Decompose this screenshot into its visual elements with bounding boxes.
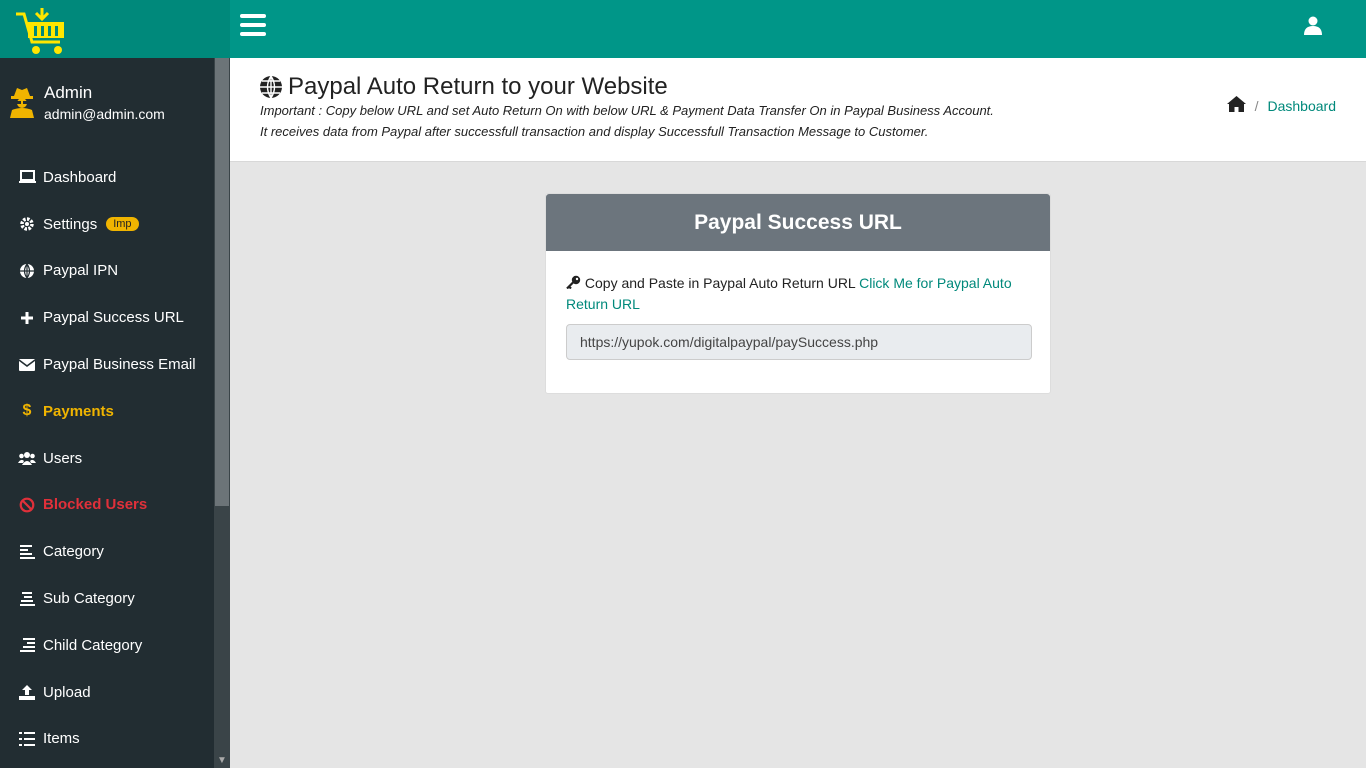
envelope-icon xyxy=(18,356,36,374)
imp-badge: Imp xyxy=(106,217,139,232)
plus-icon xyxy=(18,309,36,327)
page-description-important: Important : Copy below URL and set Auto … xyxy=(260,103,994,118)
sidebar-item-sub-category[interactable]: Sub Category xyxy=(0,575,214,622)
sidebar-item-paypal-success-url[interactable]: Paypal Success URL xyxy=(0,294,214,341)
sidebar-item-users[interactable]: Users xyxy=(0,435,214,482)
sidebar-item-label: Paypal Success URL xyxy=(43,309,184,327)
sidebar-item-upload[interactable]: Upload xyxy=(0,669,214,716)
globe-icon xyxy=(18,262,36,280)
user-email: admin@admin.com xyxy=(44,106,165,122)
upload-icon xyxy=(18,683,36,701)
user-secret-icon xyxy=(10,88,34,118)
sidebar-item-label: Payments xyxy=(43,402,114,420)
sidebar-menu: Dashboard Settings Imp Paypal IPN Paypal… xyxy=(0,154,214,762)
scrollbar-thumb[interactable] xyxy=(215,58,229,506)
sidebar-item-label: Category xyxy=(43,543,104,561)
breadcrumb-dashboard-link[interactable]: Dashboard xyxy=(1268,98,1337,114)
sidebar-item-paypal-ipn[interactable]: Paypal IPN xyxy=(0,248,214,295)
gear-icon xyxy=(18,215,36,233)
list-icon xyxy=(18,730,36,748)
sidebar-item-label: Paypal Business Email xyxy=(43,356,196,374)
sidebar-item-blocked-users[interactable]: Blocked Users xyxy=(0,482,214,529)
key-icon xyxy=(566,275,581,290)
ban-icon xyxy=(18,496,36,514)
user-panel: Admin admin@admin.com xyxy=(0,58,214,148)
sidebar-scrollbar[interactable]: ▼ xyxy=(214,58,230,768)
breadcrumb: / Dashboard xyxy=(1226,96,1337,115)
sidebar-item-dashboard[interactable]: Dashboard xyxy=(0,154,214,201)
instruction-text: Copy and Paste in Paypal Auto Return URL… xyxy=(566,273,1030,315)
align-right-icon xyxy=(18,636,36,654)
sidebar-item-label: Sub Category xyxy=(43,590,135,608)
breadcrumb-separator: / xyxy=(1254,97,1259,114)
topbar xyxy=(230,0,1366,58)
home-icon[interactable] xyxy=(1226,96,1246,115)
globe-icon xyxy=(260,75,282,99)
sidebar-item-settings[interactable]: Settings Imp xyxy=(0,201,214,248)
sidebar-item-label: Upload xyxy=(43,683,91,701)
sidebar-item-label: Blocked Users xyxy=(43,496,148,514)
sidebar-item-category[interactable]: Category xyxy=(0,528,214,575)
page-header: Paypal Auto Return to your Website Impor… xyxy=(230,58,1366,162)
sidebar: Admin admin@admin.com Dashboard Settings… xyxy=(0,0,230,768)
instruction-label: Copy and Paste in Paypal Auto Return URL xyxy=(584,275,856,291)
sidebar-item-label: Users xyxy=(43,449,83,467)
user-name: Admin xyxy=(44,83,93,102)
menu-toggle-icon[interactable] xyxy=(240,14,266,38)
align-center-icon xyxy=(18,590,36,608)
dollar-icon: $ xyxy=(22,402,32,420)
card-body: Copy and Paste in Paypal Auto Return URL… xyxy=(546,251,1050,382)
logo-area[interactable] xyxy=(0,0,230,58)
sidebar-item-items[interactable]: Items xyxy=(0,716,214,763)
users-icon xyxy=(18,449,36,467)
user-icon[interactable] xyxy=(1304,16,1322,40)
sidebar-item-label: Dashboard xyxy=(43,168,117,186)
sidebar-item-label: Items xyxy=(43,730,80,748)
page-description-info: It receives data from Paypal after succe… xyxy=(260,124,929,139)
sidebar-item-payments[interactable]: $ Payments xyxy=(0,388,214,435)
sidebar-item-paypal-business-email[interactable]: Paypal Business Email xyxy=(0,341,214,388)
card-title: Paypal Success URL xyxy=(546,194,1050,251)
scroll-down-arrow-icon[interactable]: ▼ xyxy=(217,755,227,766)
paypal-success-url-card: Paypal Success URL Copy and Paste in Pay… xyxy=(545,193,1051,394)
sidebar-item-label: Child Category xyxy=(43,636,143,654)
cart-logo-icon xyxy=(16,8,64,54)
success-url-field[interactable] xyxy=(566,324,1032,360)
align-left-icon xyxy=(18,543,36,561)
page-title: Paypal Auto Return to your Website xyxy=(288,73,668,100)
sidebar-item-label: Settings xyxy=(43,215,98,233)
sidebar-item-label: Paypal IPN xyxy=(43,262,119,280)
sidebar-item-child-category[interactable]: Child Category xyxy=(0,622,214,669)
laptop-icon xyxy=(18,168,36,186)
